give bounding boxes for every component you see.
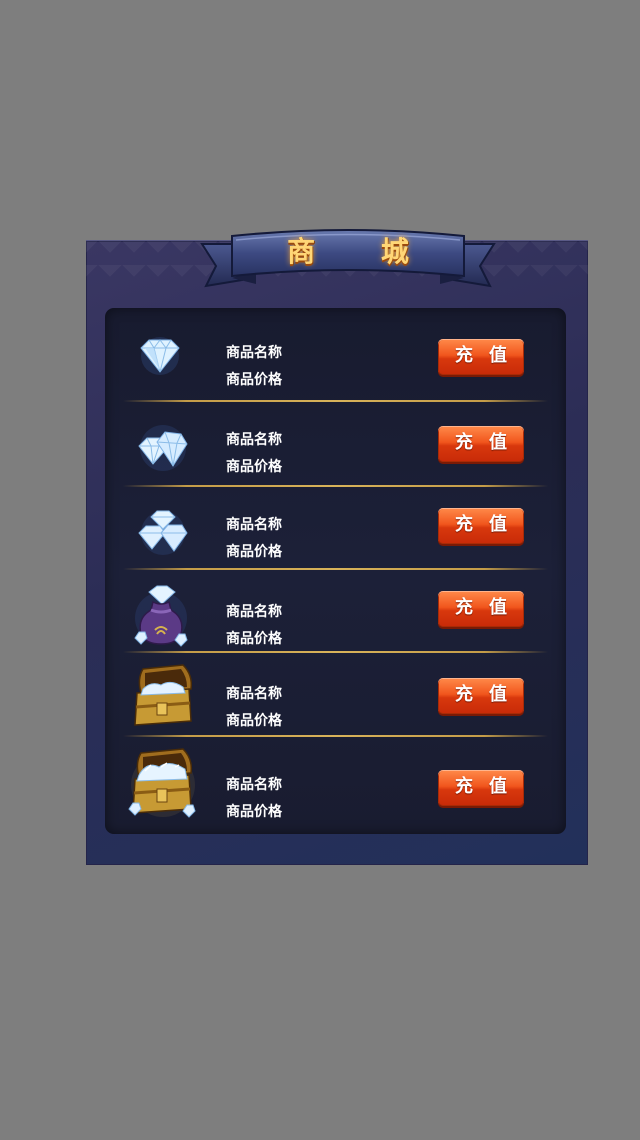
product-row: 商品名称 商品价格 充值 bbox=[105, 308, 566, 401]
diamond-bag-icon bbox=[134, 585, 188, 647]
recharge-button[interactable]: 充值 bbox=[438, 339, 524, 375]
product-name: 商品名称 bbox=[226, 432, 282, 448]
product-name: 商品名称 bbox=[226, 604, 282, 620]
shop-title: 商 城 bbox=[287, 235, 437, 268]
recharge-button[interactable]: 充值 bbox=[438, 426, 524, 462]
product-row: 商品名称 商品价格 充值 bbox=[105, 402, 566, 486]
product-price: 商品价格 bbox=[226, 459, 282, 475]
single-diamond-icon bbox=[140, 337, 180, 375]
product-price: 商品价格 bbox=[226, 372, 282, 388]
product-row: 商品名称 商品价格 充值 bbox=[105, 653, 566, 735]
title-ribbon-banner: 商 城 bbox=[196, 226, 500, 294]
small-treasure-chest-icon bbox=[134, 664, 193, 726]
product-row: 商品名称 商品价格 充值 bbox=[105, 570, 566, 652]
product-price: 商品价格 bbox=[226, 544, 282, 560]
recharge-button[interactable]: 充值 bbox=[438, 770, 524, 806]
large-treasure-chest-icon bbox=[128, 748, 196, 818]
recharge-button[interactable]: 充值 bbox=[438, 591, 524, 627]
three-diamonds-icon bbox=[138, 510, 188, 555]
recharge-button[interactable]: 充值 bbox=[438, 508, 524, 544]
product-price: 商品价格 bbox=[226, 631, 282, 647]
product-row: 商品名称 商品价格 充值 bbox=[105, 737, 566, 834]
product-price: 商品价格 bbox=[226, 804, 282, 820]
product-name: 商品名称 bbox=[226, 517, 282, 533]
product-row: 商品名称 商品价格 充值 bbox=[105, 487, 566, 569]
two-diamonds-icon bbox=[138, 425, 188, 471]
product-list: 商品名称 商品价格 充值 商品名称 商品价格 充值 商品名称 商品价格 充值 商… bbox=[105, 308, 566, 834]
product-name: 商品名称 bbox=[226, 686, 282, 702]
recharge-button[interactable]: 充值 bbox=[438, 678, 524, 714]
product-name: 商品名称 bbox=[226, 345, 282, 361]
product-price: 商品价格 bbox=[226, 713, 282, 729]
product-name: 商品名称 bbox=[226, 777, 282, 793]
